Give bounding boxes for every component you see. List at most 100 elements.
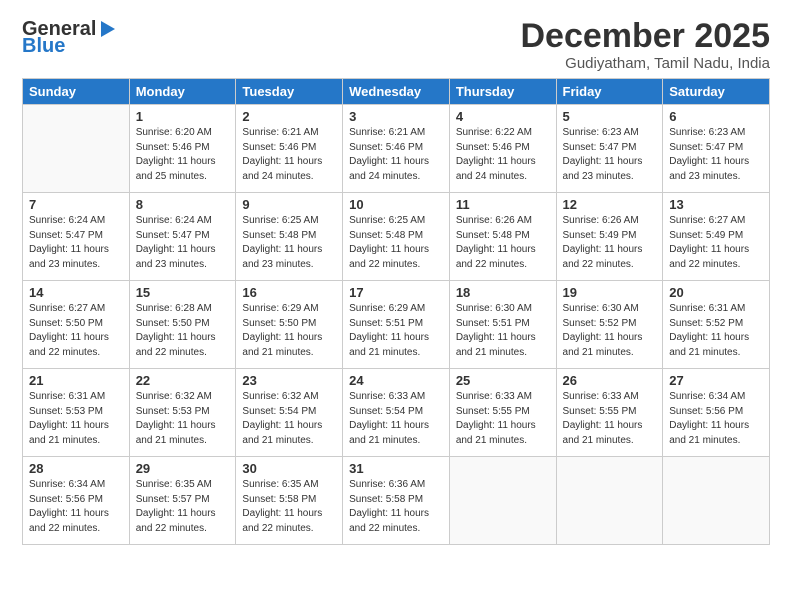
calendar-cell: 11 Sunrise: 6:26 AMSunset: 5:48 PMDaylig… <box>449 193 556 281</box>
calendar-header-row: Sunday Monday Tuesday Wednesday Thursday… <box>23 79 770 105</box>
col-saturday: Saturday <box>663 79 770 105</box>
day-info: Sunrise: 6:25 AMSunset: 5:48 PMDaylight:… <box>242 215 322 270</box>
day-info: Sunrise: 6:35 AMSunset: 5:58 PMDaylight:… <box>242 479 322 534</box>
calendar-cell: 18 Sunrise: 6:30 AMSunset: 5:51 PMDaylig… <box>449 281 556 369</box>
day-number: 24 <box>349 373 443 388</box>
title-block: December 2025 Gudiyatham, Tamil Nadu, In… <box>520 18 770 72</box>
day-number: 4 <box>456 109 550 124</box>
day-number: 29 <box>136 461 230 476</box>
calendar-cell <box>449 457 556 545</box>
day-info: Sunrise: 6:31 AMSunset: 5:52 PMDaylight:… <box>669 303 749 358</box>
calendar-cell: 16 Sunrise: 6:29 AMSunset: 5:50 PMDaylig… <box>236 281 343 369</box>
day-number: 17 <box>349 285 443 300</box>
day-number: 27 <box>669 373 763 388</box>
day-number: 26 <box>563 373 657 388</box>
col-wednesday: Wednesday <box>343 79 450 105</box>
calendar-cell: 5 Sunrise: 6:23 AMSunset: 5:47 PMDayligh… <box>556 105 663 193</box>
calendar-cell: 29 Sunrise: 6:35 AMSunset: 5:57 PMDaylig… <box>129 457 236 545</box>
day-number: 8 <box>136 197 230 212</box>
day-number: 22 <box>136 373 230 388</box>
day-number: 6 <box>669 109 763 124</box>
day-info: Sunrise: 6:33 AMSunset: 5:55 PMDaylight:… <box>456 391 536 446</box>
day-number: 16 <box>242 285 336 300</box>
logo-blue-text: Blue <box>22 35 65 58</box>
day-number: 31 <box>349 461 443 476</box>
calendar-cell: 8 Sunrise: 6:24 AMSunset: 5:47 PMDayligh… <box>129 193 236 281</box>
day-number: 12 <box>563 197 657 212</box>
calendar-cell: 15 Sunrise: 6:28 AMSunset: 5:50 PMDaylig… <box>129 281 236 369</box>
day-info: Sunrise: 6:27 AMSunset: 5:49 PMDaylight:… <box>669 215 749 270</box>
day-number: 7 <box>29 197 123 212</box>
day-info: Sunrise: 6:33 AMSunset: 5:54 PMDaylight:… <box>349 391 429 446</box>
calendar-cell: 30 Sunrise: 6:35 AMSunset: 5:58 PMDaylig… <box>236 457 343 545</box>
col-thursday: Thursday <box>449 79 556 105</box>
day-number: 19 <box>563 285 657 300</box>
calendar-cell: 26 Sunrise: 6:33 AMSunset: 5:55 PMDaylig… <box>556 369 663 457</box>
day-number: 10 <box>349 197 443 212</box>
logo-triangle-icon <box>97 19 117 39</box>
day-info: Sunrise: 6:26 AMSunset: 5:49 PMDaylight:… <box>563 215 643 270</box>
calendar-cell: 28 Sunrise: 6:34 AMSunset: 5:56 PMDaylig… <box>23 457 130 545</box>
day-info: Sunrise: 6:24 AMSunset: 5:47 PMDaylight:… <box>136 215 216 270</box>
day-info: Sunrise: 6:35 AMSunset: 5:57 PMDaylight:… <box>136 479 216 534</box>
day-info: Sunrise: 6:22 AMSunset: 5:46 PMDaylight:… <box>456 127 536 182</box>
day-number: 20 <box>669 285 763 300</box>
day-info: Sunrise: 6:23 AMSunset: 5:47 PMDaylight:… <box>563 127 643 182</box>
col-friday: Friday <box>556 79 663 105</box>
calendar-cell: 3 Sunrise: 6:21 AMSunset: 5:46 PMDayligh… <box>343 105 450 193</box>
day-number: 14 <box>29 285 123 300</box>
day-number: 3 <box>349 109 443 124</box>
calendar-cell <box>23 105 130 193</box>
calendar-cell: 2 Sunrise: 6:21 AMSunset: 5:46 PMDayligh… <box>236 105 343 193</box>
day-info: Sunrise: 6:32 AMSunset: 5:54 PMDaylight:… <box>242 391 322 446</box>
day-number: 1 <box>136 109 230 124</box>
calendar-cell <box>556 457 663 545</box>
day-number: 30 <box>242 461 336 476</box>
day-info: Sunrise: 6:25 AMSunset: 5:48 PMDaylight:… <box>349 215 429 270</box>
header: General Blue December 2025 Gudiyatham, T… <box>22 18 770 72</box>
calendar-cell: 25 Sunrise: 6:33 AMSunset: 5:55 PMDaylig… <box>449 369 556 457</box>
calendar-cell: 27 Sunrise: 6:34 AMSunset: 5:56 PMDaylig… <box>663 369 770 457</box>
day-info: Sunrise: 6:30 AMSunset: 5:52 PMDaylight:… <box>563 303 643 358</box>
calendar-cell: 19 Sunrise: 6:30 AMSunset: 5:52 PMDaylig… <box>556 281 663 369</box>
day-info: Sunrise: 6:29 AMSunset: 5:50 PMDaylight:… <box>242 303 322 358</box>
calendar-week-row: 21 Sunrise: 6:31 AMSunset: 5:53 PMDaylig… <box>23 369 770 457</box>
day-info: Sunrise: 6:27 AMSunset: 5:50 PMDaylight:… <box>29 303 109 358</box>
col-tuesday: Tuesday <box>236 79 343 105</box>
location: Gudiyatham, Tamil Nadu, India <box>520 55 770 72</box>
calendar-week-row: 14 Sunrise: 6:27 AMSunset: 5:50 PMDaylig… <box>23 281 770 369</box>
day-number: 23 <box>242 373 336 388</box>
calendar-cell: 10 Sunrise: 6:25 AMSunset: 5:48 PMDaylig… <box>343 193 450 281</box>
calendar-cell: 31 Sunrise: 6:36 AMSunset: 5:58 PMDaylig… <box>343 457 450 545</box>
calendar-cell: 17 Sunrise: 6:29 AMSunset: 5:51 PMDaylig… <box>343 281 450 369</box>
day-info: Sunrise: 6:30 AMSunset: 5:51 PMDaylight:… <box>456 303 536 358</box>
calendar-cell: 22 Sunrise: 6:32 AMSunset: 5:53 PMDaylig… <box>129 369 236 457</box>
day-info: Sunrise: 6:21 AMSunset: 5:46 PMDaylight:… <box>242 127 322 182</box>
calendar-cell: 13 Sunrise: 6:27 AMSunset: 5:49 PMDaylig… <box>663 193 770 281</box>
calendar-cell: 12 Sunrise: 6:26 AMSunset: 5:49 PMDaylig… <box>556 193 663 281</box>
calendar-cell: 14 Sunrise: 6:27 AMSunset: 5:50 PMDaylig… <box>23 281 130 369</box>
day-number: 2 <box>242 109 336 124</box>
calendar-cell: 7 Sunrise: 6:24 AMSunset: 5:47 PMDayligh… <box>23 193 130 281</box>
calendar-cell: 1 Sunrise: 6:20 AMSunset: 5:46 PMDayligh… <box>129 105 236 193</box>
calendar-week-row: 1 Sunrise: 6:20 AMSunset: 5:46 PMDayligh… <box>23 105 770 193</box>
day-number: 25 <box>456 373 550 388</box>
day-info: Sunrise: 6:29 AMSunset: 5:51 PMDaylight:… <box>349 303 429 358</box>
calendar-week-row: 28 Sunrise: 6:34 AMSunset: 5:56 PMDaylig… <box>23 457 770 545</box>
day-info: Sunrise: 6:33 AMSunset: 5:55 PMDaylight:… <box>563 391 643 446</box>
day-info: Sunrise: 6:21 AMSunset: 5:46 PMDaylight:… <box>349 127 429 182</box>
calendar-cell: 6 Sunrise: 6:23 AMSunset: 5:47 PMDayligh… <box>663 105 770 193</box>
day-info: Sunrise: 6:32 AMSunset: 5:53 PMDaylight:… <box>136 391 216 446</box>
day-number: 21 <box>29 373 123 388</box>
day-info: Sunrise: 6:31 AMSunset: 5:53 PMDaylight:… <box>29 391 109 446</box>
page: General Blue December 2025 Gudiyatham, T… <box>0 0 792 612</box>
day-number: 13 <box>669 197 763 212</box>
day-info: Sunrise: 6:28 AMSunset: 5:50 PMDaylight:… <box>136 303 216 358</box>
calendar-table: Sunday Monday Tuesday Wednesday Thursday… <box>22 78 770 545</box>
calendar-cell: 21 Sunrise: 6:31 AMSunset: 5:53 PMDaylig… <box>23 369 130 457</box>
calendar-cell: 4 Sunrise: 6:22 AMSunset: 5:46 PMDayligh… <box>449 105 556 193</box>
col-monday: Monday <box>129 79 236 105</box>
day-number: 28 <box>29 461 123 476</box>
day-info: Sunrise: 6:24 AMSunset: 5:47 PMDaylight:… <box>29 215 109 270</box>
day-info: Sunrise: 6:36 AMSunset: 5:58 PMDaylight:… <box>349 479 429 534</box>
